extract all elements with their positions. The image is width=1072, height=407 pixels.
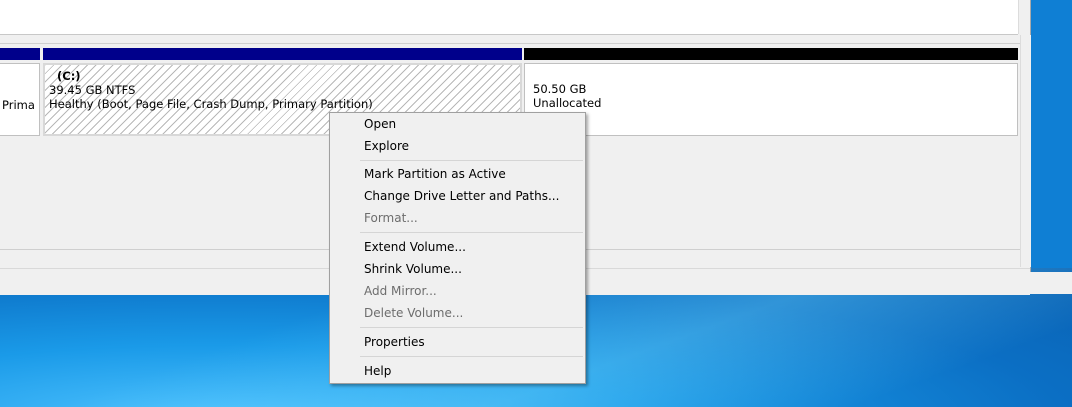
partition-box[interactable]: Prima [0,63,40,136]
menu-separator [360,160,583,161]
partition-box[interactable]: 50.50 GB Unallocated [524,63,1018,136]
pane-splitter[interactable] [0,35,1020,43]
menu-item-format: Format... [364,211,418,225]
menu-separator [360,356,583,357]
context-menu: Open Explore Mark Partition as Active Ch… [329,112,586,384]
partition-size: 39.45 GB NTFS [49,83,136,97]
window-edge-strip [994,272,1072,294]
volume-list-pane[interactable] [0,0,1018,35]
menu-item-open[interactable]: Open [332,113,583,135]
partition-type-bar [0,48,40,60]
menu-separator [360,327,583,328]
vertical-scrollbar[interactable] [1020,35,1031,267]
menu-item-properties[interactable]: Properties [332,331,583,353]
menu-item-add-mirror: Add Mirror... [364,284,437,298]
volume-list-scrollbar[interactable] [1018,0,1030,34]
partition-name: (C:) [57,69,81,83]
unallocated-space[interactable]: 50.50 GB Unallocated [524,48,1018,136]
menu-separator [360,232,583,233]
menu-item-help[interactable]: Help [332,360,583,382]
partition-type-bar [43,48,522,60]
menu-item-mark-active[interactable]: Mark Partition as Active [332,163,583,185]
menu-item-extend-volume[interactable]: Extend Volume... [332,236,583,258]
unallocated-status: Unallocated [533,96,602,110]
menu-item-explore[interactable]: Explore [332,135,583,157]
unallocated-size: 50.50 GB [533,82,587,96]
partition-label: Prima [2,98,35,112]
menu-item-shrink-volume[interactable]: Shrink Volume... [332,258,583,280]
menu-item-delete-volume: Delete Volume... [364,306,464,320]
menu-item-change-drive-letter[interactable]: Change Drive Letter and Paths... [332,185,583,207]
partition-status: Healthy (Boot, Page File, Crash Dump, Pr… [49,97,373,111]
system-partition[interactable]: Prima [0,48,40,136]
partition-type-bar [524,48,1018,60]
